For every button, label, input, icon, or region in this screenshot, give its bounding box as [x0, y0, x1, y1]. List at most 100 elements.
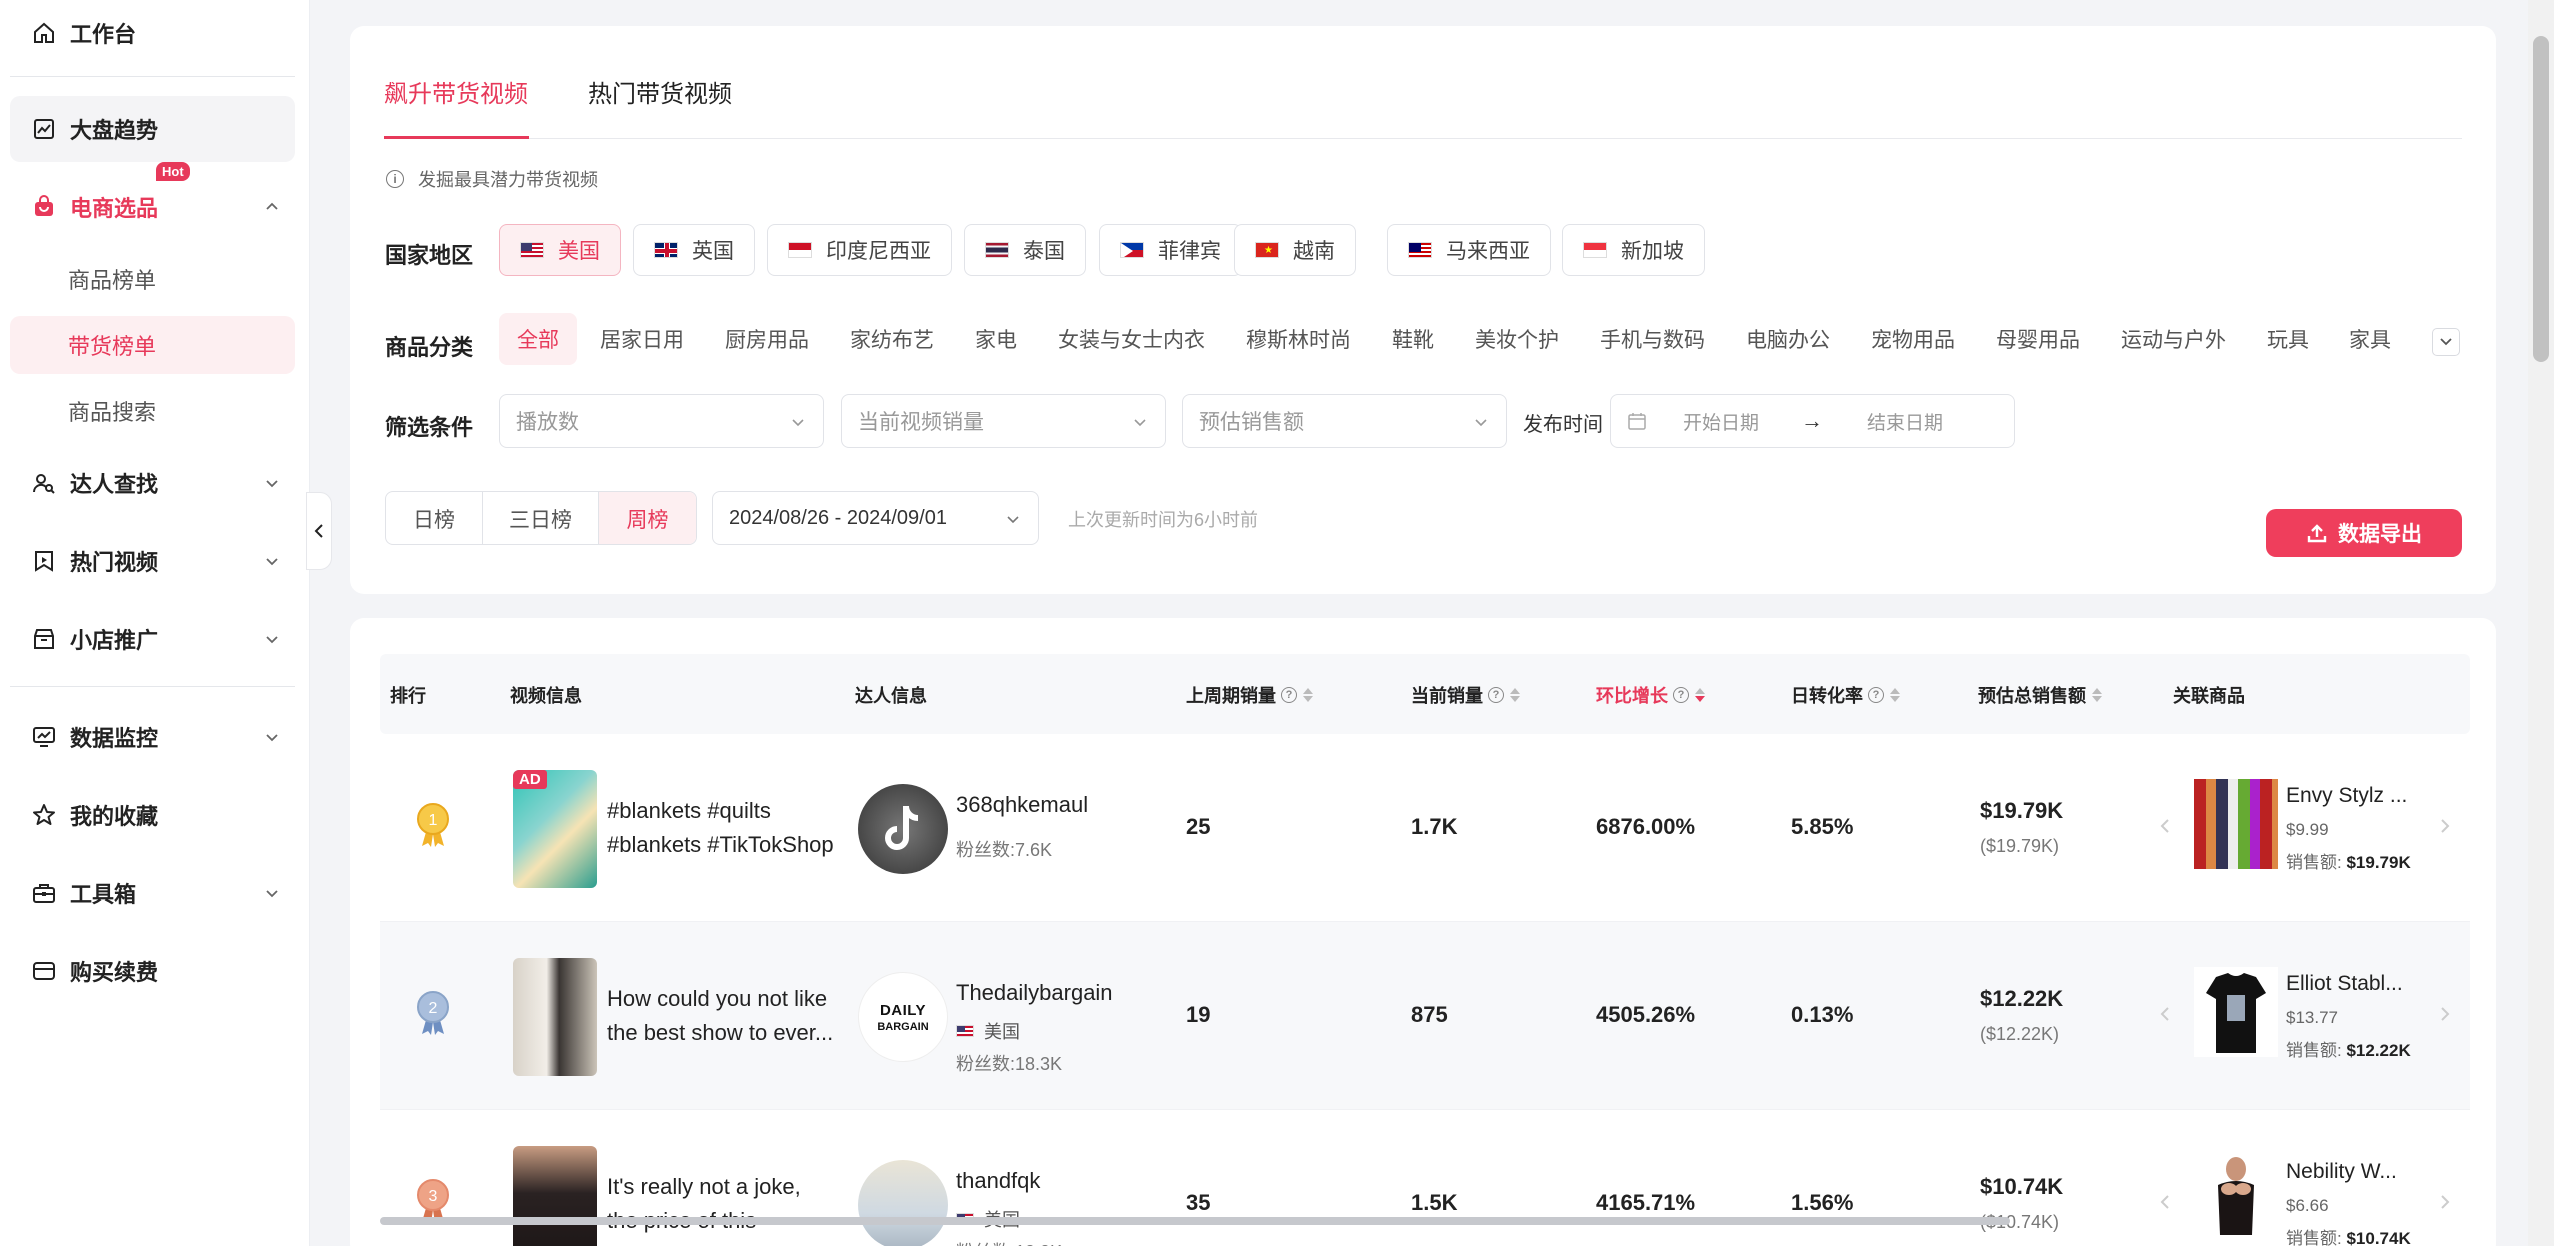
video-title[interactable]: How could you not like the best show to …	[607, 982, 837, 1050]
category-item[interactable]: 鞋靴	[1392, 313, 1434, 365]
category-expand-button[interactable]	[2432, 328, 2460, 356]
region-chip-malaysia[interactable]: 马来西亚	[1387, 224, 1551, 276]
us-flag-icon	[956, 1025, 974, 1037]
nav-influencer[interactable]: 达人查找	[10, 450, 295, 516]
table-row[interactable]: 1 AD #blankets #quilts #blankets #TikTok…	[380, 734, 2470, 922]
region-chip-singapore[interactable]: 新加坡	[1562, 224, 1705, 276]
nav-toolbox[interactable]: 工具箱	[10, 860, 295, 926]
creator-avatar[interactable]: DAILY BARGAIN	[858, 972, 948, 1062]
export-data-button[interactable]: 数据导出	[2266, 509, 2462, 557]
range-tab-weekly[interactable]: 周榜	[599, 492, 696, 544]
category-item[interactable]: 电脑办公	[1746, 313, 1830, 365]
subnav-product-rank[interactable]: 商品榜单	[10, 250, 295, 308]
product-image[interactable]	[2194, 1155, 2278, 1245]
nav-market-trend[interactable]: 大盘趋势	[10, 96, 295, 162]
chevron-left-icon[interactable]	[2158, 816, 2172, 836]
product-image[interactable]	[2194, 779, 2278, 869]
vertical-scrollbar[interactable]	[2528, 0, 2554, 1246]
creator-avatar[interactable]	[858, 1160, 948, 1246]
category-item[interactable]: 家电	[975, 313, 1017, 365]
sort-icon[interactable]	[1303, 688, 1313, 702]
region-chip-vietnam[interactable]: ★ 越南	[1234, 224, 1356, 276]
header-conversion[interactable]: 日转化率?	[1791, 682, 1900, 708]
product-image[interactable]	[2194, 967, 2278, 1057]
vertical-scrollbar-thumb[interactable]	[2533, 36, 2549, 362]
subnav-sales-rank[interactable]: 带货榜单	[10, 316, 295, 374]
product-name[interactable]: Elliot Stabl...	[2286, 972, 2403, 996]
chevron-left-icon[interactable]	[2158, 1192, 2172, 1212]
nav-hot-videos[interactable]: 热门视频	[10, 528, 295, 594]
subnav-product-search[interactable]: 商品搜索	[10, 382, 295, 440]
help-icon[interactable]: ?	[1281, 687, 1297, 703]
region-chip-philippines[interactable]: 菲律宾	[1099, 224, 1242, 276]
sort-icon[interactable]	[1890, 688, 1900, 702]
region-chip-uk[interactable]: 英国	[633, 224, 755, 276]
horizontal-scrollbar[interactable]	[380, 1217, 2010, 1225]
creator-name[interactable]: thandfqk	[956, 1168, 1040, 1194]
region-chip-us[interactable]: 美国	[499, 224, 621, 276]
video-thumbnail[interactable]: AD	[513, 770, 597, 888]
end-date-input[interactable]: 结束日期	[1867, 408, 1943, 435]
chevron-left-icon[interactable]	[2158, 1004, 2172, 1024]
thailand-flag-icon	[985, 242, 1009, 258]
video-thumbnail[interactable]	[513, 958, 597, 1076]
tab-rising-videos[interactable]: 飙升带货视频	[384, 74, 528, 109]
date-range-picker[interactable]: 开始日期 → 结束日期	[1610, 394, 2015, 448]
header-growth[interactable]: 环比增长?	[1596, 682, 1705, 708]
sort-icon[interactable]	[1510, 688, 1520, 702]
category-item[interactable]: 母婴用品	[1996, 313, 2080, 365]
video-thumbnail[interactable]	[513, 1146, 597, 1246]
creator-name[interactable]: 368qhkemaul	[956, 792, 1088, 818]
product-name[interactable]: Nebility W...	[2286, 1160, 2397, 1184]
category-item[interactable]: 运动与户外	[2121, 313, 2226, 365]
category-item[interactable]: 厨房用品	[725, 313, 809, 365]
start-date-input[interactable]: 开始日期	[1683, 408, 1759, 435]
category-item[interactable]: 玩具	[2267, 313, 2309, 365]
region-chip-indonesia[interactable]: 印度尼西亚	[767, 224, 952, 276]
category-item[interactable]: 宠物用品	[1871, 313, 1955, 365]
period-select[interactable]: 2024/08/26 - 2024/09/01	[712, 491, 1039, 545]
estimated-sales-select[interactable]: 预估销售额	[1182, 394, 1507, 448]
export-label: 数据导出	[2338, 523, 2422, 546]
header-total-sales[interactable]: 预估总销售额	[1978, 682, 2102, 708]
nav-favorites[interactable]: 我的收藏	[10, 782, 295, 848]
nav-purchase[interactable]: 购买续费	[10, 938, 295, 1004]
sort-desc-icon[interactable]	[1695, 688, 1705, 702]
creator-avatar[interactable]	[858, 784, 948, 874]
help-icon[interactable]: ?	[1868, 687, 1884, 703]
collapse-sidebar-button[interactable]	[306, 492, 332, 570]
nav-ecommerce[interactable]: 电商选品 Hot	[10, 162, 295, 240]
range-tab-three-day[interactable]: 三日榜	[483, 492, 599, 544]
nav-workbench[interactable]: 工作台	[10, 0, 295, 66]
help-icon[interactable]: ?	[1673, 687, 1689, 703]
chevron-right-icon[interactable]	[2438, 1004, 2452, 1024]
category-item[interactable]: 女装与女士内衣	[1058, 313, 1205, 365]
play-count-select[interactable]: 播放数	[499, 394, 824, 448]
region-chip-thailand[interactable]: 泰国	[964, 224, 1086, 276]
philippines-flag-icon	[1120, 242, 1144, 258]
category-item[interactable]: 家具	[2349, 313, 2391, 365]
chevron-right-icon[interactable]	[2438, 816, 2452, 836]
help-icon[interactable]: ?	[1488, 687, 1504, 703]
tab-hot-videos[interactable]: 热门带货视频	[588, 74, 732, 109]
header-prev-sales[interactable]: 上周期销量?	[1186, 682, 1313, 708]
category-item[interactable]: 穆斯林时尚	[1246, 313, 1351, 365]
header-current-sales[interactable]: 当前销量?	[1411, 682, 1520, 708]
nav-shop-promo[interactable]: 小店推广	[10, 606, 295, 672]
creator-name[interactable]: Thedailybargain	[956, 980, 1113, 1006]
chevron-right-icon[interactable]	[2438, 1192, 2452, 1212]
video-title[interactable]: It's really not a joke, the price of thi…	[607, 1170, 837, 1238]
category-all[interactable]: 全部	[499, 313, 577, 365]
product-name[interactable]: Envy Stylz ...	[2286, 784, 2407, 808]
category-item[interactable]: 居家日用	[600, 313, 684, 365]
table-row[interactable]: 3 It's really not a joke, the price of t…	[380, 1110, 2470, 1246]
category-item[interactable]: 家纺布艺	[850, 313, 934, 365]
video-sales-select[interactable]: 当前视频销量	[841, 394, 1166, 448]
nav-data-monitor[interactable]: 数据监控	[10, 704, 295, 770]
table-row[interactable]: 2 How could you not like the best show t…	[380, 922, 2470, 1110]
video-title[interactable]: #blankets #quilts #blankets #TikTokShop …	[607, 794, 837, 862]
category-item[interactable]: 手机与数码	[1600, 313, 1705, 365]
sort-icon[interactable]	[2092, 688, 2102, 702]
range-tab-daily[interactable]: 日榜	[386, 492, 483, 544]
category-item[interactable]: 美妆个护	[1475, 313, 1559, 365]
